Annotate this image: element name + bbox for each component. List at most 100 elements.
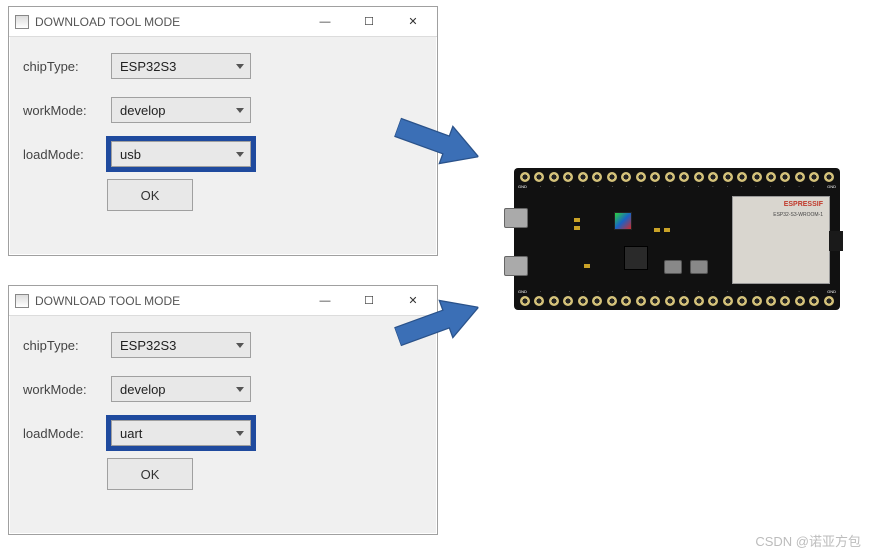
chip-icon [624,246,648,270]
esp-module: ESPRESSIF ESP32-S3-WROOM-1 [732,196,830,284]
chevron-down-icon [236,108,244,113]
pin-hole-icon [636,296,646,306]
pcb: GND····················GND GND··········… [514,168,840,310]
pin-label: · [583,289,584,294]
ok-button[interactable]: OK [107,458,193,490]
chiptype-label: chipType: [23,59,103,74]
pin-hole-icon [534,296,544,306]
pin-hole-icon [679,172,689,182]
download-tool-dialog-usb: DOWNLOAD TOOL MODE — ☐ ✕ chipType: ESP32… [8,6,438,256]
pin-hole-icon [723,296,733,306]
pin-label: · [813,184,814,189]
row-chiptype: chipType: ESP32S3 [9,326,437,364]
workmode-select[interactable]: develop [111,97,251,123]
pin-hole-icon [549,296,559,306]
pin-hole-icon [824,296,834,306]
pin-label: · [540,184,541,189]
row-workmode: workMode: develop [9,91,437,129]
pin-hole-icon [563,296,573,306]
pin-hole-icon [607,296,617,306]
chiptype-select[interactable]: ESP32S3 [111,53,251,79]
maximize-button[interactable]: ☐ [347,8,391,36]
pin-hole-icon [592,172,602,182]
maximize-button[interactable]: ☐ [347,287,391,315]
close-button[interactable]: ✕ [391,8,435,36]
pin-hole-icon [737,296,747,306]
loadmode-value: uart [120,426,142,441]
pin-label: · [655,184,656,189]
loadmode-label: loadMode: [23,147,103,162]
loadmode-select[interactable]: usb [111,141,251,167]
pin-hole-icon [621,296,631,306]
pin-labels-bottom: GND····················GND [514,289,840,294]
pin-label: · [712,289,713,294]
pin-label: · [684,184,685,189]
pin-hole-icon [592,296,602,306]
loadmode-select[interactable]: uart [111,420,251,446]
loadmode-value: usb [120,147,141,162]
chevron-down-icon [236,431,244,436]
download-tool-dialog-uart: DOWNLOAD TOOL MODE — ☐ ✕ chipType: ESP32… [8,285,438,535]
pin-hole-icon [549,172,559,182]
pin-label: · [569,184,570,189]
pin-hole-icon [737,172,747,182]
smd-icon [574,218,580,222]
titlebar[interactable]: DOWNLOAD TOOL MODE — ☐ ✕ [9,286,437,316]
minimize-button[interactable]: — [303,287,347,315]
minimize-button[interactable]: — [303,8,347,36]
pin-label: GND [518,184,527,189]
pin-label: GND [827,184,836,189]
app-icon [15,15,29,29]
pin-label: · [583,184,584,189]
titlebar[interactable]: DOWNLOAD TOOL MODE — ☐ ✕ [9,7,437,37]
pin-label: · [569,289,570,294]
usb-port-icon [504,256,528,276]
pin-hole-icon [780,296,790,306]
pin-hole-icon [708,172,718,182]
pin-label: · [597,289,598,294]
pin-hole-icon [809,172,819,182]
pin-label: · [741,184,742,189]
loadmode-label: loadMode: [23,426,103,441]
pin-hole-icon [752,172,762,182]
chiptype-value: ESP32S3 [120,59,176,74]
pin-hole-icon [780,172,790,182]
module-name: ESP32-S3-WROOM-1 [733,212,829,218]
smd-icon [654,228,660,232]
pin-label: · [770,289,771,294]
pin-hole-icon [723,172,733,182]
watermark: CSDN @诺亚方包 [755,531,861,550]
pin-label: · [798,289,799,294]
ok-button[interactable]: OK [107,179,193,211]
pin-hole-icon [824,172,834,182]
pin-hole-icon [795,172,805,182]
window-title: DOWNLOAD TOOL MODE [35,15,303,29]
pin-label: · [741,289,742,294]
smd-icon [574,226,580,230]
pin-label: · [597,184,598,189]
pin-label: · [655,289,656,294]
pin-hole-icon [563,172,573,182]
pin-label: · [755,184,756,189]
row-loadmode: loadMode: usb [9,135,437,173]
pin-hole-icon [636,172,646,182]
row-loadmode: loadMode: uart [9,414,437,452]
pin-label: · [712,184,713,189]
chiptype-select[interactable]: ESP32S3 [111,332,251,358]
smd-icon [664,228,670,232]
pin-label: · [755,289,756,294]
pin-label: · [612,184,613,189]
boot-button-icon [664,260,682,274]
pin-hole-icon [665,296,675,306]
pin-label: · [770,184,771,189]
smd-icon [584,264,590,268]
pin-hole-icon [694,172,704,182]
pin-hole-icon [708,296,718,306]
pin-label: · [626,184,627,189]
pin-label: · [640,184,641,189]
pin-label: · [798,184,799,189]
pin-header-top [514,172,840,182]
chevron-down-icon [236,152,244,157]
workmode-select[interactable]: develop [111,376,251,402]
pin-label: · [669,184,670,189]
